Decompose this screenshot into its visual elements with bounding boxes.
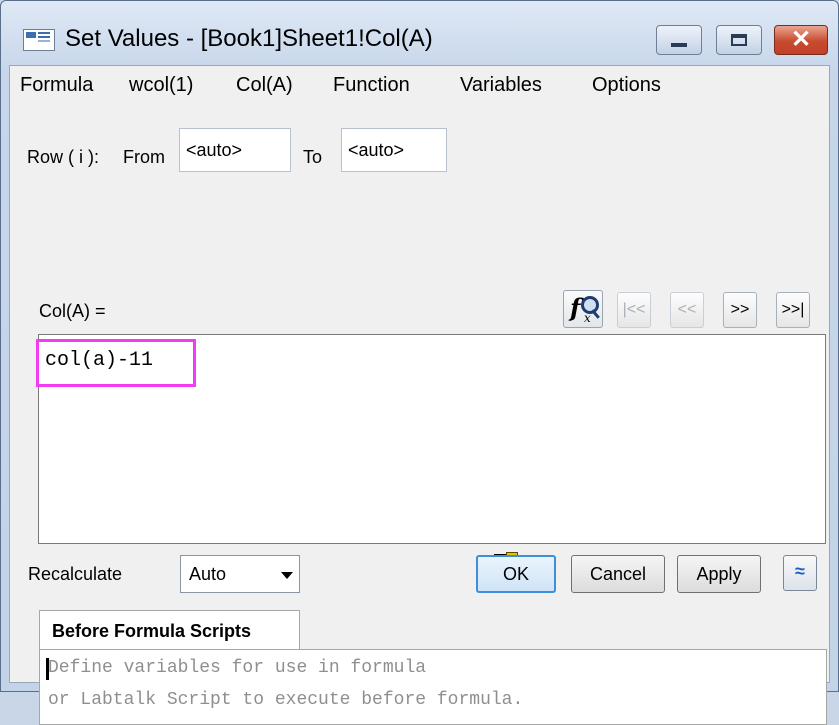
formula-highlight	[36, 339, 196, 387]
title-bar: Set Values - [Book1]Sheet1!Col(A) ✕	[1, 1, 838, 65]
close-icon: ✕	[791, 26, 812, 53]
menu-col-a[interactable]: Col(A)	[236, 74, 293, 97]
recalculate-select[interactable]: Auto	[180, 555, 300, 593]
function-search-button[interactable]: f x	[563, 290, 603, 328]
menu-function[interactable]: Function	[333, 74, 410, 97]
menu-bar: Formula wcol(1) Col(A) Function Variable…	[10, 66, 829, 106]
minimize-button[interactable]	[656, 25, 702, 55]
menu-formula[interactable]: Formula	[20, 74, 93, 97]
to-input[interactable]: <auto>	[341, 128, 447, 172]
to-label: To	[303, 147, 323, 167]
close-button[interactable]: ✕	[774, 25, 828, 55]
last-row-button[interactable]: >>|	[776, 292, 810, 328]
recalculate-value: Auto	[189, 564, 227, 584]
collapse-icon: ≈	[795, 561, 805, 581]
app-icon[interactable]	[23, 29, 55, 51]
maximize-button[interactable]	[716, 25, 762, 55]
script-placeholder-line1: Define variables for use in formula	[48, 658, 427, 678]
function-search-icon: f	[570, 293, 581, 322]
collapse-button[interactable]: ≈	[783, 555, 817, 591]
tab-before-formula-scripts[interactable]: Before Formula Scripts	[39, 610, 300, 650]
menu-options[interactable]: Options	[592, 74, 661, 97]
script-placeholder-line2: or Labtalk Script to execute before form…	[48, 690, 524, 710]
first-row-button[interactable]: |<<	[617, 292, 651, 328]
ok-button[interactable]: OK	[476, 555, 556, 593]
chevron-down-icon	[281, 572, 293, 579]
formula-label: Col(A) =	[39, 301, 106, 321]
window-title: Set Values - [Book1]Sheet1!Col(A)	[65, 25, 433, 52]
maximize-icon	[731, 34, 747, 46]
cancel-button[interactable]: Cancel	[571, 555, 665, 593]
menu-variables[interactable]: Variables	[460, 74, 542, 97]
from-input[interactable]: <auto>	[179, 128, 291, 172]
dialog-body: Formula wcol(1) Col(A) Function Variable…	[9, 65, 830, 725]
apply-button[interactable]: Apply	[677, 555, 761, 593]
prev-row-button[interactable]: <<	[670, 292, 704, 328]
set-values-dialog: Set Values - [Book1]Sheet1!Col(A) ✕ Form…	[0, 0, 839, 725]
before-formula-scripts-editor[interactable]: Define variables for use in formula or L…	[39, 649, 827, 725]
row-range-label: Row ( i ):	[27, 147, 99, 167]
menu-wcol[interactable]: wcol(1)	[129, 74, 193, 97]
next-row-button[interactable]: >>	[723, 292, 757, 328]
from-label: From	[123, 147, 165, 167]
recalculate-label: Recalculate	[28, 564, 123, 584]
minimize-icon	[671, 43, 687, 47]
